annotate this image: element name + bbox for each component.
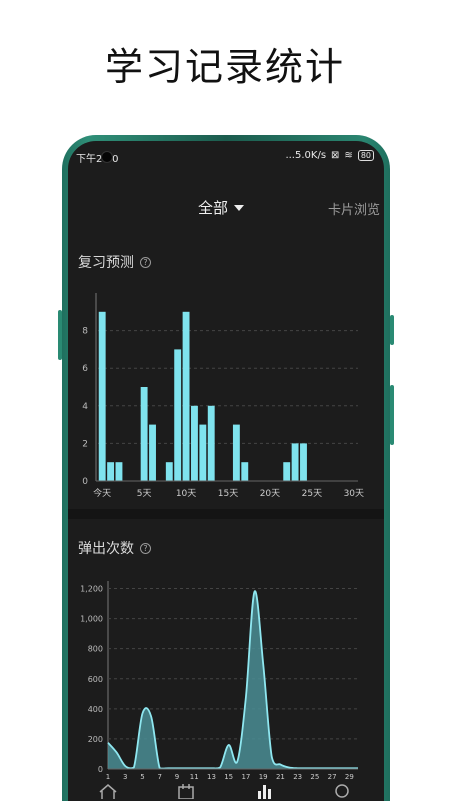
- x-tick-label: 11: [190, 773, 199, 781]
- front-camera: [101, 151, 113, 163]
- bar: [182, 311, 190, 481]
- y-tick-label: 0: [98, 765, 103, 774]
- bar: [149, 424, 156, 481]
- filter-dropdown[interactable]: 全部: [198, 197, 245, 218]
- phone-side-button: [58, 310, 62, 360]
- bar: [199, 424, 207, 481]
- x-tick-label: 7: [157, 773, 161, 781]
- phone-side-button: [390, 315, 394, 345]
- statistics-icon[interactable]: [254, 783, 274, 799]
- y-tick-label: 0: [82, 477, 88, 487]
- bar: [191, 405, 198, 481]
- bar: [140, 387, 148, 481]
- y-tick-label: 4: [82, 402, 88, 412]
- x-tick-label: 15天: [218, 489, 238, 499]
- y-tick-label: 400: [88, 705, 103, 714]
- section-divider: [68, 509, 384, 519]
- help-icon[interactable]: ?: [140, 542, 151, 554]
- x-tick-label: 20天: [260, 489, 280, 499]
- app-screen: 下午2:50 ...5.0K/s ⊠ ≋ 80 全部 卡片浏览 复习预测 ? 0…: [68, 141, 384, 801]
- calendar-icon[interactable]: [176, 783, 196, 799]
- y-tick-label: 1,200: [80, 585, 103, 594]
- x-tick-label: 25天: [302, 489, 322, 499]
- top-nav: 全部 卡片浏览: [68, 191, 384, 221]
- x-tick-label: 13: [207, 773, 216, 781]
- y-tick-label: 8: [82, 327, 88, 337]
- popup-count-chart: 02004006008001,0001,2001 3 5 7 9 11 13 15 17 19 21…: [80, 581, 359, 781]
- x-tick-label: 19: [259, 773, 268, 781]
- bottom-tab-bar: [68, 781, 384, 801]
- bar: [300, 443, 307, 481]
- profile-icon[interactable]: [332, 783, 352, 799]
- bar: [165, 462, 173, 481]
- bar: [241, 462, 249, 481]
- sim-icon: ⊠: [331, 150, 340, 161]
- x-tick-label: 27: [328, 773, 337, 781]
- bar: [107, 462, 115, 481]
- bar: [291, 443, 299, 481]
- battery-icon: 80: [357, 150, 374, 161]
- bar: [174, 349, 182, 481]
- bar: [207, 405, 215, 481]
- section-title-popup-count: 弹出次数 ?: [78, 538, 151, 558]
- x-tick-label: 1: [106, 773, 110, 781]
- x-tick-label: 25: [310, 773, 319, 781]
- y-tick-label: 600: [88, 675, 103, 684]
- section-title-text: 弹出次数: [78, 541, 134, 557]
- network-speed: ...5.0K/s: [285, 150, 327, 161]
- y-tick-label: 800: [88, 645, 103, 654]
- x-tick-label: 5: [140, 773, 144, 781]
- x-tick-label: 3: [123, 773, 127, 781]
- y-tick-label: 200: [88, 735, 103, 744]
- section-title-review-forecast: 复习预测 ?: [78, 252, 151, 272]
- status-right: ...5.0K/s ⊠ ≋ 80: [285, 150, 374, 161]
- x-tick-label: 17: [241, 773, 250, 781]
- section-title-text: 复习预测: [78, 255, 134, 271]
- card-browse-link[interactable]: 卡片浏览: [328, 199, 380, 218]
- x-tick-label: 15: [224, 773, 233, 781]
- home-icon[interactable]: [98, 783, 118, 799]
- y-tick-label: 6: [82, 364, 88, 374]
- bar: [115, 462, 123, 481]
- x-tick-label: 今天: [93, 487, 111, 499]
- area-fill: [108, 591, 358, 769]
- phone-side-button: [390, 385, 394, 445]
- x-tick-label: 30天: [344, 489, 364, 499]
- phone-frame: 下午2:50 ...5.0K/s ⊠ ≋ 80 全部 卡片浏览 复习预测 ? 0…: [58, 135, 394, 801]
- x-tick-label: 5天: [137, 489, 152, 499]
- wifi-icon: ≋: [344, 150, 353, 161]
- y-tick-label: 2: [82, 439, 88, 449]
- y-tick-label: 1,000: [80, 615, 103, 624]
- x-tick-label: 21: [276, 773, 285, 781]
- bar: [232, 424, 240, 481]
- bar: [283, 462, 291, 481]
- filter-label: 全部: [198, 199, 229, 217]
- review-forecast-chart: 0 2 4 6 8 今天 5天 10天 15天 20天 25天 30天: [82, 293, 364, 499]
- help-icon[interactable]: ?: [140, 256, 151, 268]
- page-headline: 学习记录统计: [104, 45, 345, 89]
- status-bar: 下午2:50 ...5.0K/s ⊠ ≋ 80: [68, 141, 384, 167]
- x-tick-label: 23: [293, 773, 302, 781]
- bar: [98, 311, 106, 481]
- x-tick-label: 10天: [176, 489, 196, 499]
- x-tick-label: 29: [345, 773, 354, 781]
- caret-down-icon: [234, 204, 245, 211]
- x-tick-label: 9: [175, 773, 179, 781]
